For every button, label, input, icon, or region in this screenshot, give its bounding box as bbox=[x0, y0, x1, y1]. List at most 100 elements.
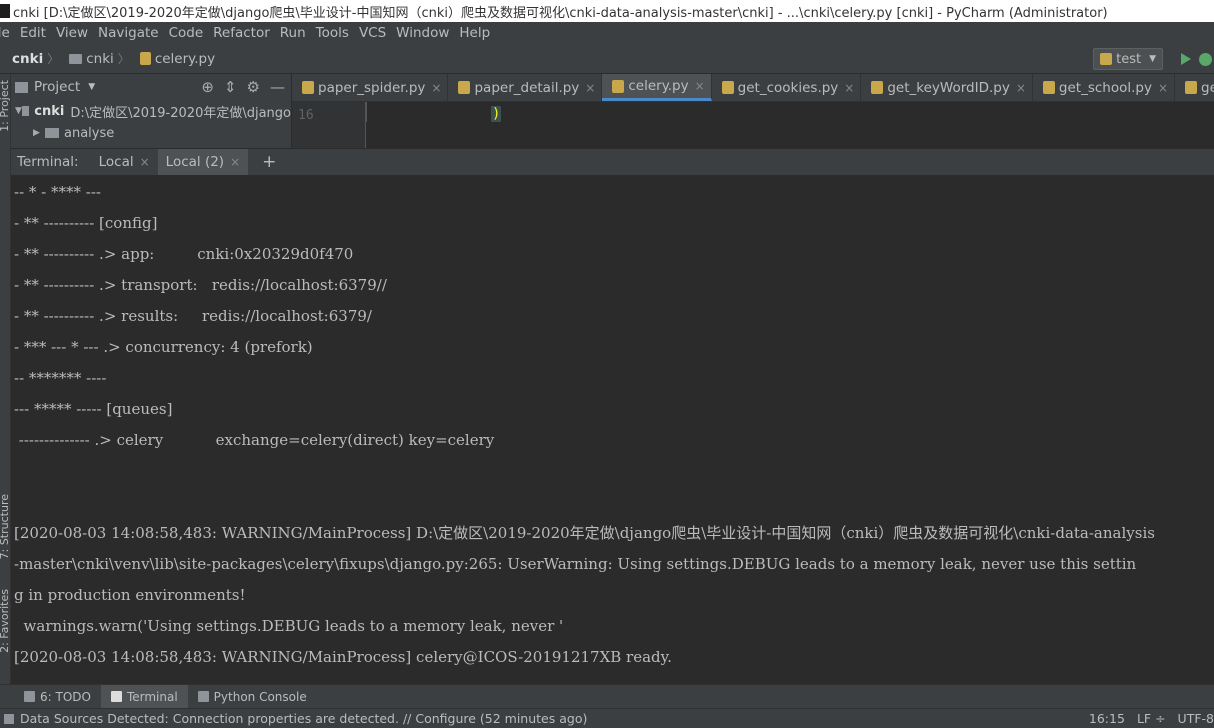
tree-item-label: analyse bbox=[64, 126, 114, 141]
tab-label: get_year.py bbox=[1201, 80, 1214, 96]
close-icon[interactable]: × bbox=[585, 81, 595, 95]
close-icon[interactable]: × bbox=[431, 81, 441, 95]
terminal-line: - ** ---------- .> transport: redis://lo… bbox=[14, 275, 387, 295]
close-icon[interactable]: × bbox=[140, 155, 150, 169]
todo-icon bbox=[24, 691, 35, 702]
status-message[interactable]: Data Sources Detected: Connection proper… bbox=[20, 711, 587, 726]
tab-get-keywordid[interactable]: get_keyWordID.py × bbox=[861, 74, 1033, 101]
python-file-icon bbox=[302, 81, 314, 94]
close-icon[interactable]: × bbox=[1158, 81, 1168, 95]
terminal-label: Terminal: bbox=[17, 154, 79, 170]
line-separator[interactable]: LF ÷ bbox=[1137, 711, 1166, 726]
event-log-icon[interactable] bbox=[4, 714, 14, 724]
locate-icon[interactable]: ⊕ bbox=[201, 78, 214, 96]
tab-label: paper_spider.py bbox=[318, 80, 425, 96]
run-configuration-select[interactable]: test ▼ bbox=[1093, 48, 1163, 70]
status-bar: Data Sources Detected: Connection proper… bbox=[0, 708, 1214, 728]
menu-tools[interactable]: Tools bbox=[316, 25, 355, 41]
tab-label: get_school.py bbox=[1059, 80, 1152, 96]
new-terminal-icon[interactable]: + bbox=[262, 152, 276, 172]
code-editor[interactable]: 16 ) bbox=[292, 102, 1214, 148]
chevron-down-icon: ▼ bbox=[1149, 54, 1156, 64]
expanded-arrow-icon: ▼ bbox=[15, 106, 22, 116]
python-file-icon bbox=[612, 80, 624, 93]
bottom-tab-python-console[interactable]: Python Console bbox=[188, 685, 317, 709]
caret-position[interactable]: 16:15 bbox=[1089, 711, 1125, 726]
menu-view[interactable]: View bbox=[56, 25, 94, 41]
tree-root[interactable]: ▼ cnki D:\定做区\2019-2020年定做\django bbox=[11, 100, 291, 122]
terminal-line: - *** --- * --- .> concurrency: 4 (prefo… bbox=[14, 337, 313, 357]
tab-label: paper_detail.py bbox=[474, 80, 579, 96]
menu-edit[interactable]: Edit bbox=[20, 25, 52, 41]
tab-label: get_keyWordID.py bbox=[887, 80, 1009, 96]
folder-icon bbox=[45, 128, 59, 138]
side-tab-favorites[interactable]: 2: Favorites bbox=[0, 589, 11, 653]
tree-root-name: cnki bbox=[34, 104, 64, 119]
terminal-output[interactable]: -- * - **** --- - ** ---------- [config]… bbox=[11, 175, 1214, 684]
terminal-line: -master\cnki\venv\lib\site-packages\cele… bbox=[14, 554, 1136, 574]
tab-paper-spider[interactable]: paper_spider.py × bbox=[292, 74, 448, 101]
bottom-tool-bar: 6: TODO Terminal Python Console bbox=[0, 684, 1214, 708]
bottom-tab-label: Python Console bbox=[214, 690, 307, 704]
breadcrumb-label: cnki bbox=[12, 51, 43, 67]
tab-celery[interactable]: celery.py × bbox=[602, 74, 711, 101]
close-icon[interactable]: × bbox=[1016, 81, 1026, 95]
tab-label: get_cookies.py bbox=[738, 80, 839, 96]
terminal-line: -- * - **** --- bbox=[14, 182, 101, 202]
breadcrumb-label: cnki bbox=[86, 51, 114, 67]
tab-get-cookies[interactable]: get_cookies.py × bbox=[712, 74, 862, 101]
breadcrumb-file[interactable]: celery.py bbox=[134, 51, 215, 67]
menu-bar: ile Edit View Navigate Code Refactor Run… bbox=[0, 22, 1214, 44]
bottom-tab-todo[interactable]: 6: TODO bbox=[0, 685, 101, 709]
terminal-line: --- ***** ----- [queues] bbox=[14, 399, 172, 419]
terminal-line: warnings.warn('Using settings.DEBUG lead… bbox=[14, 616, 563, 636]
side-tab-project[interactable]: 1: Project bbox=[0, 80, 11, 132]
editor-tabs: paper_spider.py × paper_detail.py × cele… bbox=[292, 74, 1214, 102]
chevron-right-icon: 〉 bbox=[118, 50, 130, 67]
menu-vcs[interactable]: VCS bbox=[359, 25, 392, 41]
terminal-line: -- ******* ---- bbox=[14, 368, 106, 388]
run-icon[interactable] bbox=[1181, 53, 1191, 65]
tree-item-analyse[interactable]: ▶ analyse bbox=[11, 122, 291, 144]
indent-guide bbox=[366, 102, 367, 122]
tab-get-school[interactable]: get_school.py × bbox=[1033, 74, 1175, 101]
terminal-tab-local-2[interactable]: Local (2) × bbox=[158, 149, 248, 176]
terminal-line: -------------- .> celery exchange=celery… bbox=[14, 430, 494, 450]
terminal-icon bbox=[111, 691, 122, 702]
run-configuration-label: test bbox=[1116, 52, 1141, 67]
terminal-line: [2020-08-03 14:08:58,483: WARNING/MainPr… bbox=[14, 523, 1155, 543]
menu-refactor[interactable]: Refactor bbox=[213, 25, 276, 41]
breadcrumb-project[interactable]: cnki 〉 bbox=[0, 50, 59, 67]
close-icon[interactable]: × bbox=[695, 79, 705, 93]
menu-navigate[interactable]: Navigate bbox=[98, 25, 165, 41]
close-icon[interactable]: × bbox=[844, 81, 854, 95]
menu-file[interactable]: ile bbox=[0, 25, 16, 41]
tab-paper-detail[interactable]: paper_detail.py × bbox=[448, 74, 602, 101]
project-panel-title: Project bbox=[34, 79, 80, 95]
side-tab-structure[interactable]: 7: Structure bbox=[0, 494, 11, 559]
terminal-line: - ** ---------- .> results: redis://loca… bbox=[14, 306, 372, 326]
chevron-right-icon: 〉 bbox=[47, 50, 59, 67]
collapse-all-icon[interactable]: ⇕ bbox=[224, 78, 237, 96]
chevron-down-icon: ▼ bbox=[88, 82, 95, 92]
line-number-gutter: 16 bbox=[292, 102, 366, 148]
debug-icon[interactable] bbox=[1199, 53, 1212, 66]
menu-code[interactable]: Code bbox=[169, 25, 210, 41]
python-file-icon bbox=[871, 81, 883, 94]
file-encoding[interactable]: UTF-8 bbox=[1178, 711, 1214, 726]
terminal-tab-local[interactable]: Local × bbox=[91, 149, 158, 176]
tab-get-year[interactable]: get_year.py bbox=[1175, 74, 1214, 101]
collapsed-arrow-icon: ▶ bbox=[33, 128, 45, 138]
menu-help[interactable]: Help bbox=[459, 25, 496, 41]
terminal-tab-label: Local (2) bbox=[166, 154, 224, 170]
bottom-tab-terminal[interactable]: Terminal bbox=[101, 685, 188, 709]
terminal-line: [2020-08-03 14:08:58,483: WARNING/MainPr… bbox=[14, 647, 672, 667]
menu-window[interactable]: Window bbox=[396, 25, 455, 41]
breadcrumb-folder[interactable]: cnki 〉 bbox=[63, 50, 130, 67]
gear-icon[interactable]: ⚙ bbox=[247, 78, 260, 96]
minimize-icon[interactable]: — bbox=[270, 78, 285, 96]
menu-run[interactable]: Run bbox=[280, 25, 312, 41]
python-console-icon bbox=[198, 691, 209, 702]
left-tool-strip: 1: Project 7: Structure 2: Favorites bbox=[0, 74, 11, 684]
close-icon[interactable]: × bbox=[230, 155, 240, 169]
